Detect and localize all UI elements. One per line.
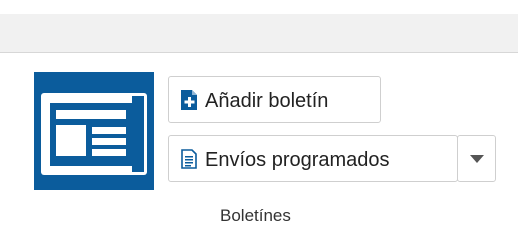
top-toolbar <box>0 14 518 53</box>
caret-down-icon <box>470 155 484 163</box>
scheduled-sends-label: Envíos programados <box>205 149 390 171</box>
new-document-icon <box>181 90 197 110</box>
newsletter-icon <box>41 93 147 175</box>
add-newsletter-button[interactable]: Añadir boletín <box>168 76 381 123</box>
add-newsletter-label: Añadir boletín <box>205 90 329 112</box>
newsletter-app-tile <box>34 72 154 190</box>
ribbon-group-label: Boletínes <box>220 206 291 225</box>
scheduled-sends-button[interactable]: Envíos programados <box>168 135 458 182</box>
scheduled-sends-dropdown-button[interactable] <box>457 135 496 182</box>
document-list-icon <box>181 149 197 169</box>
